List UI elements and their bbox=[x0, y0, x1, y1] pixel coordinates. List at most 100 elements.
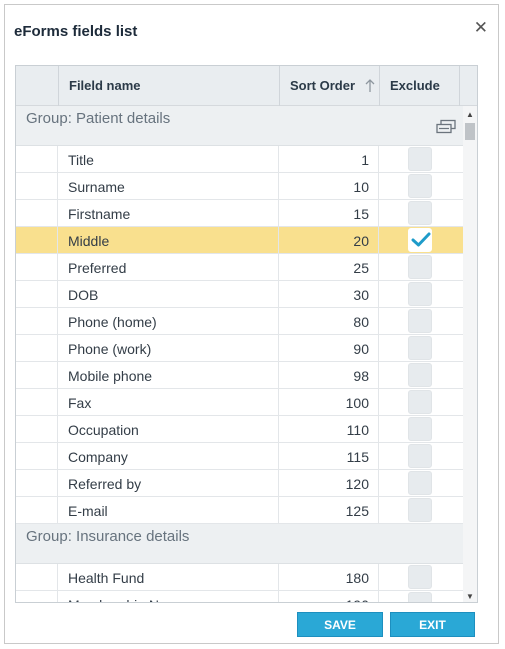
sort-order-cell: 190 bbox=[346, 597, 369, 602]
table-row[interactable]: Company 115 bbox=[16, 443, 463, 470]
sort-ascending-icon[interactable] bbox=[365, 79, 375, 93]
column-header-field-name[interactable]: Fileld name bbox=[69, 66, 141, 106]
exclude-checkbox[interactable] bbox=[408, 282, 432, 306]
sort-order-cell: 80 bbox=[353, 314, 369, 330]
cell-divider bbox=[16, 389, 58, 415]
sort-order-cell: 90 bbox=[353, 341, 369, 357]
exclude-checkbox[interactable] bbox=[408, 444, 432, 468]
exclude-checkbox[interactable] bbox=[408, 201, 432, 225]
group-header-row[interactable]: Group: Insurance details bbox=[16, 524, 463, 564]
table-row[interactable]: Preferred 25 bbox=[16, 254, 463, 281]
sort-order-cell: 20 bbox=[353, 233, 369, 249]
group-label: Group: Insurance details bbox=[26, 528, 190, 545]
header-divider bbox=[279, 66, 280, 106]
field-name-cell: Mobile phone bbox=[68, 368, 153, 384]
cell-divider bbox=[16, 335, 58, 361]
cell-divider bbox=[16, 200, 58, 226]
cell-divider bbox=[16, 146, 58, 172]
sort-order-cell: 180 bbox=[345, 570, 369, 586]
scroll-thumb[interactable] bbox=[465, 123, 475, 140]
field-name-cell: Health Fund bbox=[68, 570, 145, 586]
group-label: Group: Patient details bbox=[26, 110, 171, 127]
grid-body: Group: Patient details Title 1 Surname 10 Fir… bbox=[16, 106, 463, 602]
cell-divider bbox=[16, 443, 58, 469]
field-name-cell: Middle bbox=[68, 233, 110, 249]
sort-order-cell: 30 bbox=[353, 287, 369, 303]
field-name-cell: Phone (work) bbox=[68, 341, 152, 357]
sort-order-cell: 25 bbox=[353, 260, 369, 276]
cell-divider bbox=[16, 227, 58, 253]
sort-order-cell: 98 bbox=[353, 368, 369, 384]
column-header-sort-order[interactable]: Sort Order bbox=[290, 66, 355, 106]
exclude-checkbox[interactable] bbox=[408, 363, 432, 387]
field-name-cell: Fax bbox=[68, 395, 92, 411]
header-divider bbox=[58, 66, 59, 106]
cell-divider bbox=[16, 470, 58, 496]
field-name-cell: E-mail bbox=[68, 503, 108, 519]
field-name-cell: Referred by bbox=[68, 476, 142, 492]
grid-header: Fileld name Sort Order Exclude bbox=[16, 66, 477, 106]
sort-order-cell: 100 bbox=[345, 395, 369, 411]
vertical-scrollbar[interactable]: ▲ ▼ bbox=[463, 106, 477, 602]
field-name-cell: Phone (home) bbox=[68, 314, 157, 330]
table-row[interactable]: Phone (work) 90 bbox=[16, 335, 463, 362]
table-row[interactable]: Middle 20 bbox=[16, 227, 463, 254]
field-name-cell: Firstname bbox=[68, 206, 131, 222]
header-divider bbox=[459, 66, 460, 106]
table-row[interactable]: Fax 100 bbox=[16, 389, 463, 416]
table-row[interactable]: Surname 10 bbox=[16, 173, 463, 200]
table-row[interactable]: Title 1 bbox=[16, 146, 463, 173]
column-header-exclude[interactable]: Exclude bbox=[390, 66, 440, 106]
exit-button[interactable]: EXIT bbox=[390, 612, 475, 637]
table-row[interactable]: Mobile phone 98 bbox=[16, 362, 463, 389]
field-name-cell: Occupation bbox=[68, 422, 139, 438]
sort-order-cell: 10 bbox=[353, 179, 369, 195]
table-row[interactable]: Firstname 15 bbox=[16, 200, 463, 227]
field-name-cell: DOB bbox=[68, 287, 99, 303]
exclude-checkbox[interactable] bbox=[408, 255, 432, 279]
table-row[interactable]: Occupation 110 bbox=[16, 416, 463, 443]
sort-order-cell: 125 bbox=[345, 503, 369, 519]
fields-grid: Fileld name Sort Order Exclude Group: Pa… bbox=[15, 65, 478, 603]
cell-divider bbox=[16, 362, 58, 388]
exclude-checkbox[interactable] bbox=[408, 147, 432, 171]
field-name-cell: Title bbox=[68, 152, 94, 168]
cell-divider bbox=[16, 173, 58, 199]
table-row[interactable]: Phone (home) 80 bbox=[16, 308, 463, 335]
exclude-checkbox[interactable] bbox=[408, 592, 432, 602]
collapse-group-icon[interactable] bbox=[435, 119, 457, 135]
sort-order-cell: 1 bbox=[361, 152, 369, 168]
exclude-checkbox[interactable] bbox=[408, 565, 432, 589]
cell-divider bbox=[16, 416, 58, 442]
dialog-title: eForms fields list bbox=[14, 23, 138, 40]
exclude-checkbox[interactable] bbox=[408, 471, 432, 495]
exclude-checkbox[interactable] bbox=[408, 417, 432, 441]
exclude-checkbox[interactable] bbox=[408, 390, 432, 414]
exclude-checkbox[interactable] bbox=[408, 309, 432, 333]
table-row[interactable]: DOB 30 bbox=[16, 281, 463, 308]
cell-divider bbox=[16, 281, 58, 307]
exclude-checkbox[interactable] bbox=[408, 228, 432, 252]
sort-order-cell: 15 bbox=[353, 206, 369, 222]
sort-order-cell: 120 bbox=[345, 476, 369, 492]
exclude-checkbox[interactable] bbox=[408, 336, 432, 360]
close-icon[interactable]: ✕ bbox=[474, 19, 488, 36]
table-row[interactable]: Referred by 120 bbox=[16, 470, 463, 497]
cell-divider bbox=[16, 497, 58, 523]
scroll-down-arrow-icon[interactable]: ▼ bbox=[466, 592, 474, 601]
table-row[interactable]: Membership No 190 bbox=[16, 591, 463, 602]
exclude-checkbox[interactable] bbox=[408, 174, 432, 198]
field-name-cell: Membership No bbox=[68, 597, 167, 602]
cell-divider bbox=[16, 308, 58, 334]
save-button[interactable]: SAVE bbox=[297, 612, 383, 637]
group-header-row[interactable]: Group: Patient details bbox=[16, 106, 463, 146]
field-name-cell: Surname bbox=[68, 179, 125, 195]
cell-divider bbox=[16, 254, 58, 280]
header-divider bbox=[379, 66, 380, 106]
checkmark-icon bbox=[411, 232, 431, 247]
table-row[interactable]: E-mail 125 bbox=[16, 497, 463, 524]
table-row[interactable]: Health Fund 180 bbox=[16, 564, 463, 591]
exclude-checkbox[interactable] bbox=[408, 498, 432, 522]
scroll-up-arrow-icon[interactable]: ▲ bbox=[466, 110, 474, 119]
sort-order-cell: 110 bbox=[346, 422, 369, 438]
